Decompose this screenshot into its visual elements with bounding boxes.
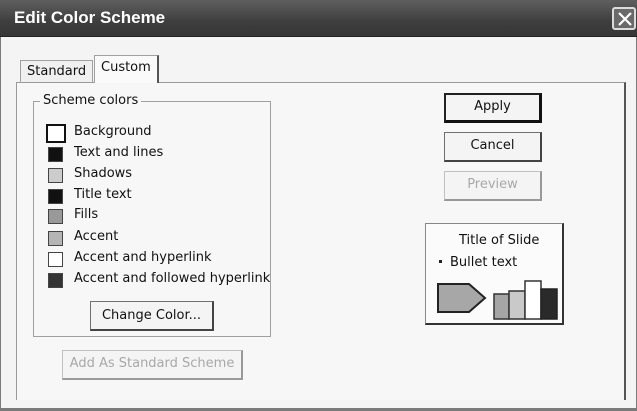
scheme-item-label: Title text [74, 187, 132, 202]
scheme-item-label: Accent [74, 229, 119, 244]
color-swatch [48, 231, 63, 246]
bullet-dot [439, 260, 442, 263]
close-icon [618, 12, 632, 26]
scheme-item-label: Shadows [74, 166, 133, 181]
color-swatch [48, 209, 63, 224]
color-swatch [48, 168, 63, 183]
color-swatch [48, 147, 63, 162]
tab-custom[interactable]: Custom [94, 55, 159, 83]
cancel-button[interactable]: Cancel [444, 132, 542, 162]
color-swatch [48, 273, 63, 288]
tab-standard[interactable]: Standard [20, 60, 94, 82]
preview-button[interactable]: Preview [444, 171, 542, 201]
preview-slide-title: Title of Slide [459, 233, 540, 248]
close-button[interactable] [612, 7, 636, 30]
apply-button[interactable]: Apply [444, 93, 542, 123]
scheme-colors-label: Scheme colors [40, 93, 142, 108]
color-swatch [48, 189, 63, 204]
change-color-button[interactable]: Change Color... [90, 301, 214, 331]
color-swatch [46, 124, 66, 143]
title-bar: Edit Color Scheme [0, 0, 637, 37]
scheme-item-label: Background [74, 124, 152, 139]
add-as-standard-scheme-button[interactable]: Add As Standard Scheme [62, 350, 243, 380]
window-title: Edit Color Scheme [14, 8, 166, 27]
scheme-item-label: Accent and hyperlink [74, 250, 212, 265]
bar-chart-icon [493, 280, 558, 320]
preview-bullet-text: Bullet text [450, 255, 518, 270]
arrow-shape-icon [437, 283, 487, 313]
scheme-item-label: Fills [74, 207, 99, 222]
color-swatch [48, 252, 63, 267]
scheme-item-label: Text and lines [74, 145, 164, 160]
preview-bullet: Bullet text [437, 255, 517, 270]
scheme-item-label: Accent and followed hyperlink [74, 271, 271, 286]
